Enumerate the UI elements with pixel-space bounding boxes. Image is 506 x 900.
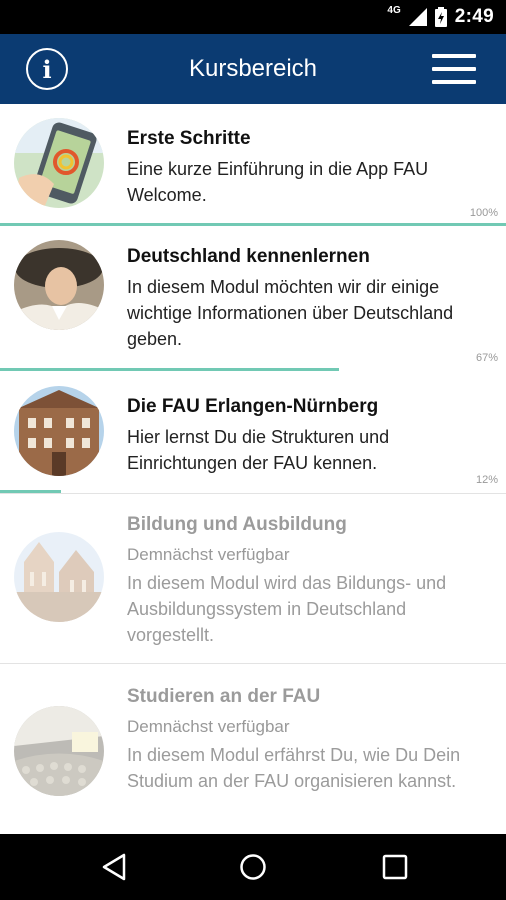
course-item-deutschland[interactable]: Deutschland kennenlernen In diesem Modul…	[0, 226, 506, 372]
signal-icon	[408, 8, 427, 26]
course-thumbnail	[14, 706, 104, 796]
availability-label: Demnächst verfügbar	[127, 545, 290, 564]
network-type: 4G	[387, 4, 401, 16]
course-item-bildung: Bildung und Ausbildung Demnächst verfügb…	[0, 494, 506, 664]
course-thumbnail	[14, 532, 104, 622]
course-item-fau[interactable]: Die FAU Erlangen-Nürnberg Hier lernst Du…	[0, 372, 506, 494]
course-thumbnail	[14, 386, 104, 476]
course-item-erste-schritte[interactable]: Erste Schritte Eine kurze Einführung in …	[0, 104, 506, 226]
page-title: Kursbereich	[188, 55, 318, 82]
system-nav-bar	[0, 834, 506, 900]
course-description: Eine kurze Einführung in die App FAU Wel…	[127, 159, 429, 205]
course-item-studieren: Studieren an der FAU Demnächst verfügbar…	[0, 664, 506, 834]
recents-icon[interactable]	[380, 852, 410, 882]
course-description: In diesem Modul möchten wir dir einige w…	[127, 277, 454, 349]
app-bar: i Kursbereich	[0, 34, 506, 104]
course-description: In diesem Modul erfährst Du, wie Du Dein…	[127, 745, 461, 791]
course-title: Studieren an der FAU	[127, 686, 321, 707]
course-title: Erste Schritte	[127, 128, 251, 149]
availability-label: Demnächst verfügbar	[127, 717, 290, 736]
status-bar: 4G 2:49	[0, 0, 506, 34]
battery-icon	[434, 7, 447, 27]
back-icon[interactable]	[100, 852, 130, 882]
status-icons: 4G 2:49	[387, 0, 494, 34]
course-description: In diesem Modul wird das Bildungs- und A…	[127, 573, 447, 645]
course-thumbnail	[14, 240, 104, 330]
clock: 2:49	[454, 6, 494, 27]
course-title: Bildung und Ausbildung	[127, 514, 347, 535]
course-title: Deutschland kennenlernen	[127, 246, 370, 267]
course-description: Hier lernst Du die Strukturen und Einric…	[127, 427, 390, 473]
course-title: Die FAU Erlangen-Nürnberg	[127, 396, 379, 417]
hamburger-menu-icon[interactable]	[432, 54, 476, 84]
progress-label: 12%	[475, 474, 498, 486]
course-list: Erste Schritte Eine kurze Einführung in …	[0, 104, 506, 834]
progress-bar	[0, 368, 340, 371]
home-icon[interactable]	[238, 852, 268, 882]
progress-label: 67%	[475, 352, 498, 364]
course-thumbnail	[14, 118, 104, 208]
progress-label: 100%	[469, 207, 498, 219]
